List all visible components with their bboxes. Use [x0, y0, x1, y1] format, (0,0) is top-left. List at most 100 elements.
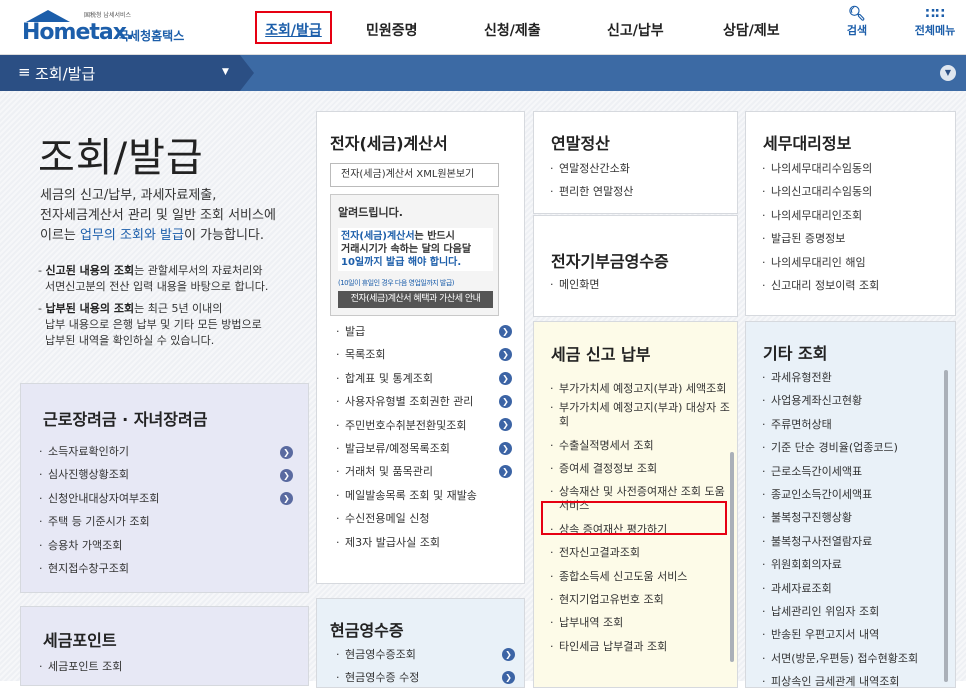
go-arrow-icon[interactable]: ❯: [499, 372, 512, 385]
list-item[interactable]: 반송된 우편고지서 내역: [762, 623, 918, 647]
go-arrow-icon[interactable]: ❯: [280, 446, 293, 459]
list-item[interactable]: 근로소득간이세액표: [762, 460, 918, 484]
panel-tax-agent: 세무대리정보 나의세무대리수임동의 나의신고대리수임동의 나의세무대리인조회 발…: [745, 111, 956, 316]
list-item[interactable]: 수출실적명세서 조회: [550, 434, 730, 458]
nav-item-consult[interactable]: 상담/제보: [723, 20, 780, 40]
intro-note-paid: - 납부된 내용의 조회는 최근 5년 이내의 납부 내용으로 은행 납부 및 …: [38, 302, 262, 347]
page-title: 조회/발급: [38, 135, 204, 181]
expand-down-icon[interactable]: ▼: [940, 65, 956, 81]
list-item[interactable]: 심사진행상황조회: [39, 463, 159, 487]
hometax-logo[interactable]: 国税청 납세서비스 Hometax. 국세청홈택스: [22, 10, 207, 48]
list-item[interactable]: 부가가치세 예정고지(부과) 대상자 조회: [550, 401, 730, 429]
go-arrow-icon[interactable]: ❯: [280, 492, 293, 505]
all-menu-button[interactable]: ∷∷ 전체메뉴: [908, 6, 962, 38]
list-item[interactable]: 연말정산간소화: [550, 157, 633, 181]
list-item[interactable]: 나의세무대리인 해임: [762, 251, 879, 275]
go-arrow-icon[interactable]: ❯: [499, 442, 512, 455]
go-arrow-icon[interactable]: ❯: [499, 465, 512, 478]
go-arrow-icon[interactable]: ❯: [499, 348, 512, 361]
nav-item-application[interactable]: 신청/제출: [484, 20, 541, 40]
notice-body: 전자(세금)계산서는 반드시 거래시기가 속하는 달의 다음달 10일까지 발급…: [338, 228, 493, 271]
search-button[interactable]: 🔍︎ 검색: [842, 6, 872, 38]
list-item[interactable]: 납부내역 조회: [550, 611, 730, 635]
list-item[interactable]: 세금포인트 조회: [39, 655, 122, 679]
list-item[interactable]: 사용자유형별 조회권한 관리: [336, 390, 477, 414]
e-invoice-list: 발급 목록조회 합계표 및 통계조회 사용자유형별 조회권한 관리 주민번호수취…: [336, 320, 477, 554]
invoice-guide-button[interactable]: 전자(세금)계산서 혜택과 가산세 안내: [338, 291, 493, 308]
panel-cash-receipt: 현금영수증 현금영수증조회 현금영수증 수정 ❯ ❯: [316, 598, 525, 690]
xml-view-select[interactable]: 전자(세금)계산서 XML원본보기: [330, 163, 499, 187]
panel-title: 연말정산: [551, 134, 610, 153]
go-arrow-icon[interactable]: ❯: [280, 469, 293, 482]
list-item[interactable]: 합계표 및 통계조회: [336, 367, 477, 391]
list-item[interactable]: 위원회회의자료: [762, 553, 918, 577]
list-item[interactable]: 승용차 가액조회: [39, 534, 159, 558]
caret-down-icon: ▼: [222, 67, 229, 77]
list-item[interactable]: 증여세 결정정보 조회: [550, 457, 730, 481]
panel-etc-inquiry: 기타 조회 과세유형전환 사업용계좌신고현황 주류면허상태 기준 단순 경비율(…: [745, 321, 956, 694]
list-item[interactable]: 메인화면: [550, 273, 599, 297]
list-item[interactable]: 주택 등 기준시가 조회: [39, 510, 159, 534]
list-item[interactable]: 현금영수증조회: [336, 643, 419, 667]
category-title[interactable]: 조회/발급: [35, 63, 95, 84]
list-item[interactable]: 사업용계좌신고현황: [762, 389, 918, 413]
list-item[interactable]: 불복청구사전열람자료: [762, 530, 918, 554]
list-item[interactable]: 거래처 및 품목관리: [336, 460, 477, 484]
list-item[interactable]: 발급보류/예정목록조회: [336, 437, 477, 461]
list-item[interactable]: 메일발송목록 조회 및 재발송: [336, 484, 477, 508]
list-item[interactable]: 종교인소득간이세액표: [762, 483, 918, 507]
list-item[interactable]: 제3자 발급사실 조회: [336, 531, 477, 555]
go-arrow-icon[interactable]: ❯: [502, 648, 515, 661]
point-list: 세금포인트 조회: [39, 655, 122, 679]
list-item[interactable]: 불복청구진행상황: [762, 506, 918, 530]
list-item[interactable]: 과세자료조회: [762, 577, 918, 601]
nav-item-report-pay[interactable]: 신고/납부: [607, 20, 664, 40]
logo-korean: 국세청홈택스: [118, 29, 185, 43]
panel-tax-point: 세금포인트 세금포인트 조회: [20, 606, 309, 686]
list-item[interactable]: 신고대리 정보이력 조회: [762, 274, 879, 298]
list-item[interactable]: 종합소득세 신고도움 서비스: [550, 565, 730, 589]
list-item[interactable]: 나의신고대리수임동의: [762, 180, 879, 204]
list-item[interactable]: 주류면허상태: [762, 413, 918, 437]
list-item[interactable]: 피상속인 금세관계 내역조회: [762, 670, 918, 694]
list-item[interactable]: 주민번호수취분전환및조회: [336, 414, 477, 438]
intro-note-reported: - 신고된 내용의 조회는 관할세무서의 자료처리와 서면신고분의 전산 입력 …: [38, 264, 269, 293]
go-arrow-icon[interactable]: ❯: [499, 418, 512, 431]
nav-item-inquiry[interactable]: 조회/발급: [255, 11, 332, 44]
list-item[interactable]: 기준 단순 경비율(업종코드): [762, 436, 918, 460]
go-arrow-icon[interactable]: ❯: [499, 325, 512, 338]
scrollbar[interactable]: [944, 370, 948, 682]
go-arrow-icon[interactable]: ❯: [499, 395, 512, 408]
scrollbar[interactable]: [730, 452, 734, 662]
hamburger-icon: ≡: [18, 63, 31, 81]
notice-box: 알려드립니다. 전자(세금)계산서는 반드시 거래시기가 속하는 달의 다음달 …: [330, 194, 499, 316]
list-item[interactable]: 수신전용메일 신청: [336, 507, 477, 531]
list-item[interactable]: 나의세무대리인조회: [762, 204, 879, 228]
panel-title: 전자(세금)계산서: [330, 134, 448, 153]
list-item[interactable]: 발급: [336, 320, 477, 344]
list-item[interactable]: 나의세무대리수임동의: [762, 157, 879, 181]
intro-description: 세금의 신고/납부, 과세자료제출, 전자세금계산서 관리 및 일반 조회 서비…: [40, 188, 276, 243]
go-arrow-icon[interactable]: ❯: [502, 671, 515, 684]
list-item[interactable]: 발급된 증명정보: [762, 227, 879, 251]
nav-item-certificate[interactable]: 민원증명: [366, 20, 418, 40]
list-item[interactable]: 편리한 연말정산: [550, 180, 633, 204]
list-item[interactable]: 서면(방문,우편등) 접수현황조회: [762, 647, 918, 671]
panel-labor-incentive: 근로장려금 · 자녀장려금 소득자료확인하기 심사진행상황조회 신청안내대상자여…: [20, 383, 309, 593]
list-item[interactable]: 전자신고결과조회: [550, 541, 730, 565]
list-item[interactable]: 타인세금 납부결과 조회: [550, 635, 730, 659]
panel-title: 전자기부금영수증: [551, 252, 669, 271]
list-item[interactable]: 과세유형전환: [762, 366, 918, 390]
list-item[interactable]: 현지접수창구조회: [39, 557, 159, 581]
category-arrow: [240, 55, 254, 91]
panel-year-end: 연말정산 연말정산간소화 편리한 연말정산: [533, 111, 738, 214]
list-item[interactable]: 목록조회: [336, 343, 477, 367]
list-item[interactable]: 소득자료확인하기: [39, 440, 159, 464]
panel-e-donation: 전자기부금영수증 메인화면: [533, 215, 738, 317]
list-item[interactable]: 현지기업고유번호 조회: [550, 588, 730, 612]
list-item[interactable]: 신청안내대상자여부조회: [39, 487, 159, 511]
list-item[interactable]: 현금영수증 수정: [336, 666, 419, 690]
notice-footnote: (10일이 휴일인 경우 다음 영업일까지 발급): [338, 279, 455, 287]
list-item[interactable]: 부가가치세 예정고지(부과) 세액조회: [550, 382, 730, 396]
list-item[interactable]: 납세관리인 위임자 조회: [762, 600, 918, 624]
